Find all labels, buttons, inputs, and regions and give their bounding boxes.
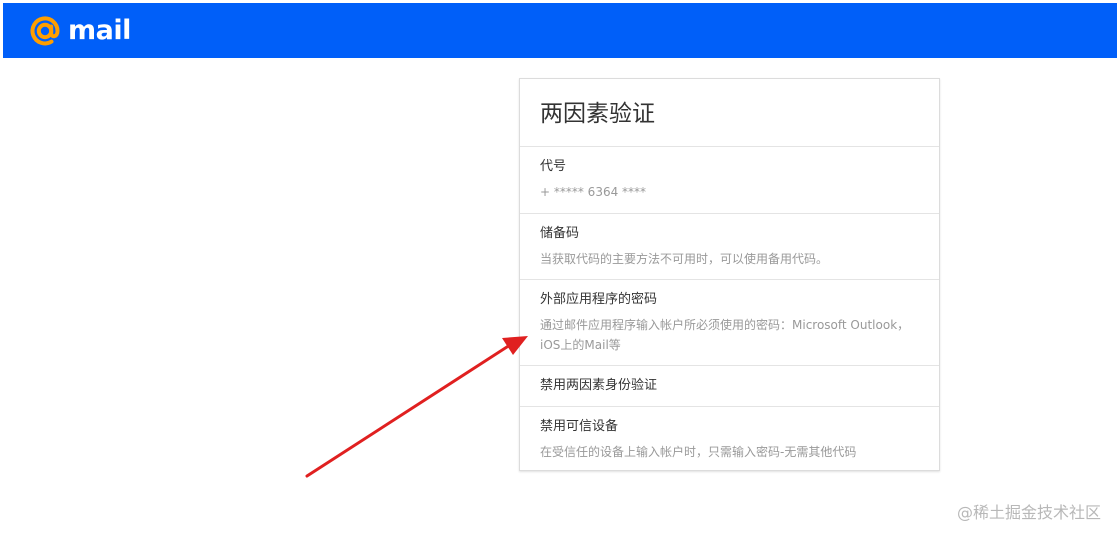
at-sign-icon: [30, 16, 60, 46]
settings-item-title: 禁用可信设备: [540, 419, 619, 434]
settings-item-backup-codes[interactable]: 储备码 当获取代码的主要方法不可用时，可以使用备用代码。: [520, 214, 939, 280]
settings-item-title: 禁用两因素身份验证: [540, 378, 658, 393]
settings-item-code[interactable]: 代号 + ***** 6364 ****: [520, 147, 939, 214]
top-bar: mail: [3, 3, 1117, 58]
settings-item-title: 储备码: [540, 226, 580, 241]
settings-item-title: 代号: [540, 159, 567, 174]
logo-text: mail: [68, 15, 131, 46]
settings-item-title: 外部应用程序的密码: [540, 292, 658, 307]
watermark: @稀土掘金技术社区: [956, 503, 1101, 522]
two-factor-settings-card: 两因素验证 代号 + ***** 6364 **** 储备码 当获取代码的主要方…: [519, 78, 940, 471]
settings-item-disable-2fa[interactable]: 禁用两因素身份验证: [520, 366, 939, 407]
settings-item-description: 通过邮件应用程序输入帐户所必须使用的密码：Microsoft Outlook，i…: [540, 318, 910, 352]
page-title: 两因素验证: [540, 101, 655, 127]
settings-item-disable-trusted-devices[interactable]: 禁用可信设备 在受信任的设备上输入帐户时，只需输入密码-无需其他代码: [520, 407, 939, 471]
settings-item-description: 当获取代码的主要方法不可用时，可以使用备用代码。: [540, 252, 829, 266]
mail-logo[interactable]: mail: [28, 15, 131, 47]
card-header: 两因素验证: [520, 79, 939, 147]
settings-item-description: + ***** 6364 ****: [540, 185, 647, 199]
settings-item-description: 在受信任的设备上输入帐户时，只需输入密码-无需其他代码: [540, 445, 857, 459]
settings-item-app-passwords[interactable]: 外部应用程序的密码 通过邮件应用程序输入帐户所必须使用的密码：Microsoft…: [520, 280, 939, 366]
